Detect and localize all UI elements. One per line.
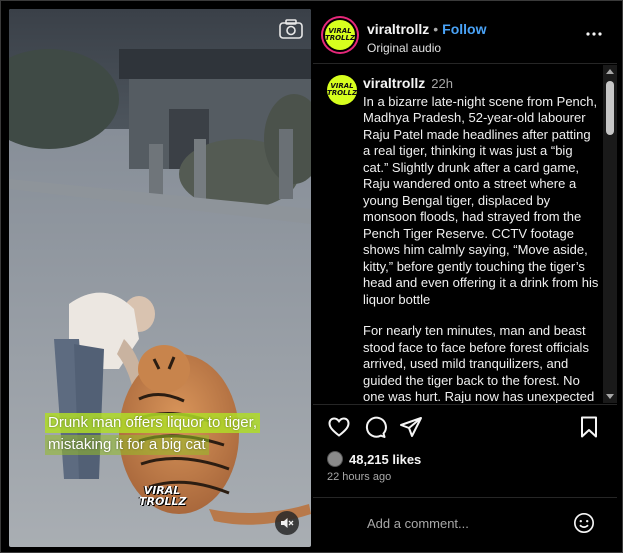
audio-label[interactable]: Original audio (367, 41, 486, 55)
heart-icon[interactable] (327, 415, 351, 439)
caption-avatar[interactable]: VIRAL TROLLZ (327, 75, 357, 105)
caption-header: viraltrollz 22h (363, 75, 599, 93)
watermark-logo: VIRAL TROLLZ (139, 484, 187, 508)
scroll-down-arrow[interactable] (606, 394, 614, 399)
brand-logo: VIRAL TROLLZ (326, 82, 358, 97)
mute-button[interactable] (275, 511, 299, 535)
video-caption: Drunk man offers liquor to tiger, mistak… (45, 413, 260, 457)
scrollbar[interactable] (603, 65, 617, 403)
send-icon[interactable] (399, 415, 423, 439)
bookmark-icon[interactable] (577, 415, 601, 439)
speaker-muted-icon (281, 518, 294, 528)
post-header: VIRAL TROLLZ viraltrollz • Follow Original … (313, 7, 617, 64)
caption-paragraph-2: For nearly ten minutes, man and beast st… (363, 323, 595, 403)
caption-line-1: Drunk man offers liquor to tiger, (45, 413, 260, 433)
caption-line-2: mistaking it for a big cat (45, 435, 209, 455)
video-frame (9, 9, 311, 547)
comment-input[interactable] (365, 510, 569, 536)
profile-avatar[interactable]: VIRAL TROLLZ (325, 20, 355, 50)
more-options-button[interactable] (585, 25, 603, 43)
reel-video[interactable]: Drunk man offers liquor to tiger, mistak… (9, 9, 311, 547)
camera-icon[interactable] (279, 19, 303, 39)
post-sidebar: VIRAL TROLLZ viraltrollz • Follow Original … (313, 7, 617, 547)
separator-dot: • (433, 21, 439, 37)
likes-count[interactable]: 48,215 likes (349, 452, 421, 467)
emoji-icon[interactable] (573, 512, 595, 534)
post-timestamp[interactable]: 22 hours ago (327, 471, 391, 483)
more-horizontal-icon (586, 32, 602, 36)
caption-username[interactable]: viraltrollz (363, 75, 425, 91)
action-bar (313, 404, 617, 449)
likes-row[interactable]: 48,215 likes (327, 449, 421, 469)
caption-time[interactable]: 22h (431, 76, 453, 91)
comment-icon[interactable] (363, 415, 387, 439)
add-comment-bar (313, 497, 617, 548)
post-modal: Drunk man offers liquor to tiger, mistak… (0, 0, 623, 553)
brand-logo: VIRAL TROLLZ (324, 27, 356, 42)
scrollbar-thumb[interactable] (606, 81, 614, 135)
header-username[interactable]: viraltrollz (367, 21, 429, 37)
post-caption: viraltrollz 22h In a bizarre late-night s… (363, 75, 599, 403)
liker-avatar[interactable] (327, 451, 343, 467)
caption-paragraph-1: In a bizarre late-night scene from Pench… (363, 93, 599, 307)
scroll-up-arrow[interactable] (606, 69, 614, 74)
follow-button[interactable]: Follow (442, 21, 486, 37)
caption-area[interactable]: VIRAL TROLLZ viraltrollz 22h In a bizarre … (313, 65, 617, 403)
